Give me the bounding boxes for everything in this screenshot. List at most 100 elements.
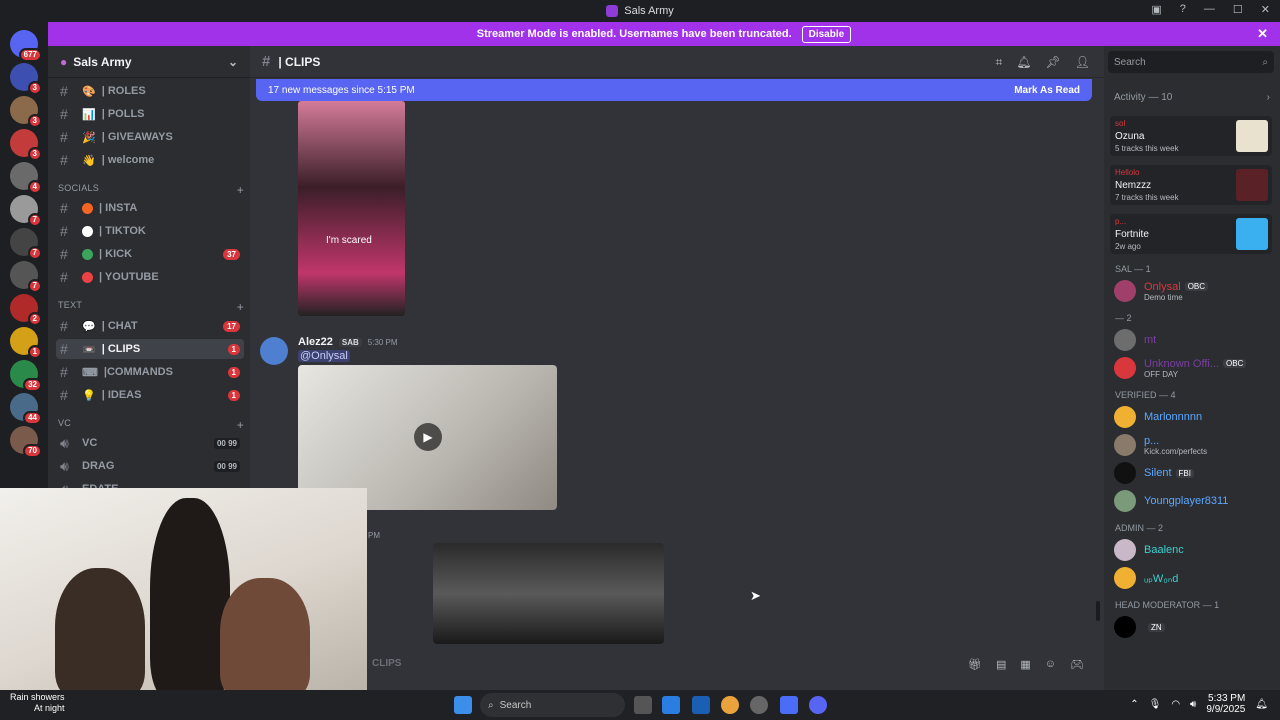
member-item[interactable]: Marlonnnnn	[1114, 405, 1274, 429]
mark-as-read-button[interactable]: Mark As Read	[1014, 85, 1080, 96]
clock[interactable]: 5:33 PM 9/9/2025	[1206, 693, 1245, 715]
server-icon[interactable]: 677	[10, 30, 42, 62]
voice-limit: 00 99	[213, 460, 240, 472]
activity-card[interactable]: sol Ozuna 5 tracks this week	[1110, 116, 1272, 156]
activity-card[interactable]: p... Fortnite 2w ago	[1110, 214, 1272, 254]
help-icon[interactable]: ?	[1180, 3, 1186, 16]
minimize-icon[interactable]: —	[1204, 3, 1215, 16]
server-icon[interactable]: 70	[10, 426, 42, 458]
scrollbar[interactable]	[1096, 601, 1100, 621]
inbox-icon[interactable]: ▣	[1151, 3, 1161, 16]
avatar[interactable]	[260, 337, 288, 365]
activity-detail: 7 tracks this week	[1115, 193, 1179, 202]
chevron-up-icon[interactable]: ⌃	[1130, 699, 1138, 710]
apps-icon[interactable]: 🎮︎	[1070, 658, 1084, 671]
task-view-icon[interactable]	[634, 696, 652, 714]
server-icon[interactable]: 3	[10, 63, 42, 95]
play-icon[interactable]: ▶	[414, 423, 442, 451]
sidebar-item-2[interactable]: # 🎉 | GIVEAWAYS	[56, 127, 244, 147]
gif-icon[interactable]: ▤	[996, 658, 1006, 671]
add-channel-icon[interactable]: +	[237, 300, 244, 314]
taskbar-search[interactable]: ⌕ Search	[480, 693, 625, 717]
weather-widget[interactable]: Rain showers At night	[10, 692, 65, 714]
member-item[interactable]: Onlysal OBC Demo time	[1114, 279, 1274, 303]
voice-channel-1[interactable]: 🔊︎ DRAG 00 99	[56, 456, 244, 476]
member-item[interactable]: ᵤₚW₀ₙd	[1114, 566, 1274, 590]
member-item[interactable]: Baalenc	[1114, 538, 1274, 562]
category-text[interactable]: TEXT +	[58, 300, 244, 314]
bell-icon[interactable]: 🔔︎	[1016, 55, 1031, 70]
explorer-icon[interactable]	[662, 696, 680, 714]
clip-image[interactable]: I'm scared	[298, 101, 405, 316]
add-channel-icon[interactable]: +	[237, 418, 244, 432]
sidebar-item-1[interactable]: # 📊 | POLLS	[56, 104, 244, 124]
sidebar-item-text-2[interactable]: # ⌨ |COMMANDS 1	[56, 362, 244, 382]
channel-label: VC	[82, 437, 98, 449]
server-icon[interactable]: 7	[10, 195, 42, 227]
close-banner-icon[interactable]: ✕	[1257, 26, 1268, 42]
member-item[interactable]: mt	[1114, 328, 1274, 352]
sidebar-item-text-1[interactable]: # 📼 | CLIPS 1	[56, 339, 244, 359]
server-icon[interactable]: 2	[10, 294, 42, 326]
add-channel-icon[interactable]: +	[237, 183, 244, 197]
video-attachment-2[interactable]	[433, 543, 664, 644]
server-icon[interactable]: 4	[10, 162, 42, 194]
member-item[interactable]: Silent FBI	[1114, 461, 1274, 485]
member-item[interactable]: Youngplayer8311	[1114, 489, 1274, 513]
sticker-icon[interactable]: ▦	[1020, 658, 1030, 671]
category-vc[interactable]: VC +	[58, 418, 244, 432]
member-item[interactable]: Unknown Offi... OBC OFF DAY	[1114, 356, 1274, 380]
activity-user: Hellolo	[1115, 168, 1140, 177]
app-icon	[606, 5, 619, 17]
sidebar-item-social-3[interactable]: # | YOUTUBE	[56, 267, 244, 287]
emoji-icon[interactable]: ☺	[1045, 658, 1056, 671]
message-author[interactable]: Alez22	[298, 336, 333, 348]
mic-icon[interactable]: 🎙︎	[1149, 699, 1162, 710]
sidebar-item-social-1[interactable]: # | TIKTOK	[56, 221, 244, 241]
threads-icon[interactable]: ⌗	[996, 55, 1003, 70]
server-icon[interactable]: 3	[10, 129, 42, 161]
search-input[interactable]: Search ⌕	[1108, 51, 1274, 73]
server-icon[interactable]: 3	[10, 96, 42, 128]
gift-icon[interactable]: 🎁︎	[968, 658, 982, 671]
member-item[interactable]: p... Kick.com/perfects	[1114, 433, 1274, 457]
server-icon[interactable]: 32	[10, 360, 42, 392]
chrome-icon[interactable]	[721, 696, 739, 714]
sidebar-item-3[interactable]: # 👋 | welcome	[56, 150, 244, 170]
notification-icon[interactable]: 🔔︎	[1255, 699, 1268, 710]
server-badge: 7	[27, 279, 42, 293]
user-mention[interactable]: @Onlysal	[298, 350, 350, 362]
member-text: p... Kick.com/perfects	[1144, 435, 1207, 456]
unread-badge: 1	[227, 366, 240, 378]
member-item[interactable]: ZN	[1114, 615, 1274, 639]
sidebar-item-social-0[interactable]: # | INSTA	[56, 198, 244, 218]
sidebar-item-social-2[interactable]: # | KICK 37	[56, 244, 244, 264]
members-icon[interactable]: 👤︎	[1075, 55, 1090, 70]
app-icon-2[interactable]	[750, 696, 768, 714]
taskbar-search-label: Search	[499, 699, 532, 711]
app-icon-3[interactable]	[780, 696, 798, 714]
new-messages-bar[interactable]: 17 new messages since 5:15 PM Mark As Re…	[256, 79, 1092, 101]
activity-header[interactable]: Activity — 10 ›	[1114, 92, 1270, 103]
start-icon[interactable]	[454, 696, 472, 714]
speaker-icon[interactable]: 🔊︎	[1190, 699, 1196, 710]
sidebar-item-text-0[interactable]: # 💬 | CHAT 17	[56, 316, 244, 336]
server-icon[interactable]: 1	[10, 327, 42, 359]
server-header[interactable]: ● Sals Army ⌄	[48, 46, 250, 78]
outlook-icon[interactable]	[692, 696, 710, 714]
discord-icon[interactable]	[809, 696, 827, 714]
pin-icon[interactable]: 📌︎	[1046, 55, 1061, 70]
close-window-icon[interactable]: ✕	[1261, 3, 1270, 16]
wifi-icon[interactable]: ◠	[1171, 699, 1180, 710]
voice-channel-0[interactable]: 🔊︎ VC 00 99	[56, 433, 244, 453]
category-socials[interactable]: SOCIALS +	[58, 183, 244, 197]
sidebar-item-text-3[interactable]: # 💡 | IDEAS 1	[56, 385, 244, 405]
server-icon[interactable]: 7	[10, 261, 42, 293]
channel-label: |COMMANDS	[103, 366, 173, 378]
maximize-icon[interactable]: ☐	[1233, 3, 1243, 16]
server-icon[interactable]: 7	[10, 228, 42, 260]
server-icon[interactable]: 44	[10, 393, 42, 425]
activity-card[interactable]: Hellolo Nemzzz 7 tracks this week	[1110, 165, 1272, 205]
disable-button[interactable]: Disable	[801, 25, 852, 43]
sidebar-item-0[interactable]: # 🎨 | ROLES	[56, 81, 244, 101]
